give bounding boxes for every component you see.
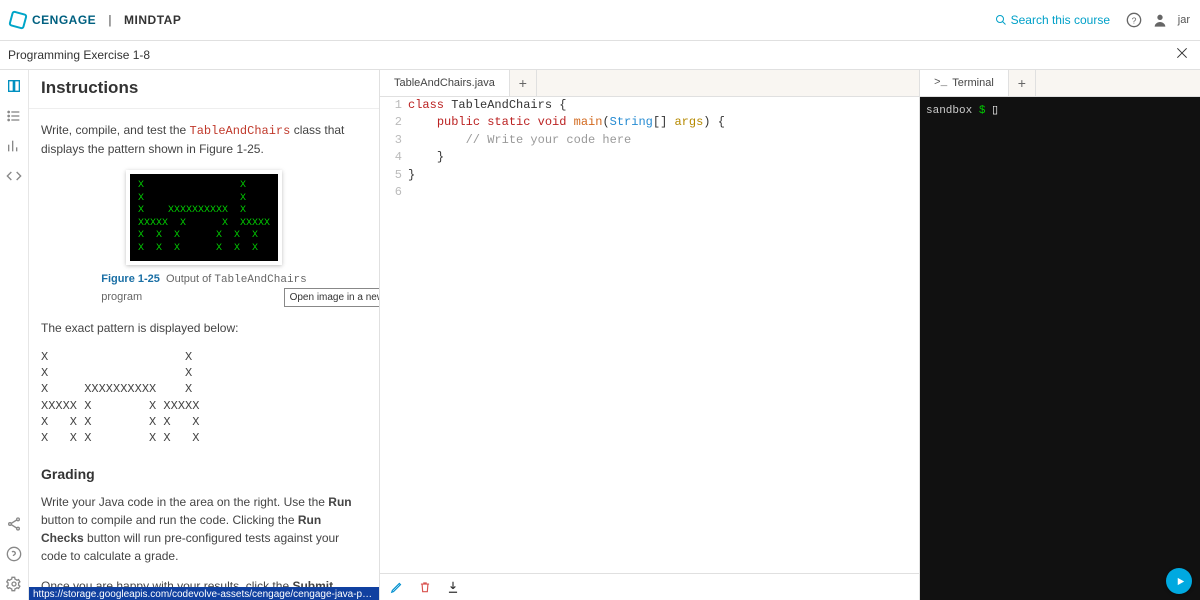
editor-panel: TableAndChairs.java + 1class TableAndCha… <box>380 70 920 600</box>
top-bar: CENGAGE | MINDTAP Search this course ? j… <box>0 0 1200 41</box>
terminal-panel: >_ Terminal + sandbox $ ▯ <box>920 70 1200 600</box>
rail-chart-icon[interactable] <box>6 138 22 154</box>
download-icon[interactable] <box>446 580 460 597</box>
code-line: 3 // Write your code here <box>380 132 919 149</box>
code-line: 6 <box>380 184 919 201</box>
terminal-dollar: $ <box>979 105 986 117</box>
intro-paragraph: Write, compile, and test the TableAndCha… <box>41 121 367 158</box>
edit-icon[interactable] <box>390 580 404 597</box>
rail-code-icon[interactable] <box>6 168 22 184</box>
line-number: 5 <box>380 167 408 184</box>
line-number: 3 <box>380 132 408 149</box>
code-text: // Write your code here <box>408 132 631 149</box>
code-text: class TableAndChairs { <box>408 97 566 114</box>
code-text: } <box>408 149 444 166</box>
rail-share-icon[interactable] <box>6 516 22 532</box>
instructions-title: Instructions <box>29 70 379 109</box>
user-icon[interactable] <box>1152 12 1168 28</box>
code-line: 5} <box>380 167 919 184</box>
figure-wrap: X X X X X XXXXXXXXXX X XXXXX X X XXXXX X… <box>41 170 367 305</box>
svg-text:?: ? <box>1131 15 1136 25</box>
play-icon <box>1175 576 1186 587</box>
figure-box[interactable]: X X X X X XXXXXXXXXX X XXXXX X X XXXXX X… <box>126 170 282 265</box>
grading1-a: Write your Java code in the area on the … <box>41 495 328 509</box>
search-label: Search this course <box>1011 13 1110 27</box>
left-rail <box>0 70 29 600</box>
intro-pre: Write, compile, and test the <box>41 123 190 137</box>
search-course-button[interactable]: Search this course <box>995 13 1110 27</box>
figure-output: X X X X X XXXXXXXXXX X XXXXX X X XXXXX X… <box>130 174 278 261</box>
rail-help-icon[interactable] <box>6 546 22 562</box>
exercise-bar: Programming Exercise 1-8 <box>0 41 1200 70</box>
terminal-cursor: ▯ <box>992 105 998 117</box>
cengage-logo-icon <box>10 12 26 28</box>
code-text: } <box>408 167 415 184</box>
close-button[interactable] <box>1174 45 1190 64</box>
trash-icon[interactable] <box>418 580 432 597</box>
terminal-tab[interactable]: >_ Terminal <box>920 70 1009 96</box>
intro-classname: TableAndChairs <box>190 124 291 138</box>
user-name: jar <box>1178 14 1190 26</box>
grading1-c: button to compile and run the code. Clic… <box>41 513 298 527</box>
terminal-host: sandbox <box>926 105 972 117</box>
figure-caption-code: TableAndChairs <box>214 274 306 286</box>
grading-para-1: Write your Java code in the area on the … <box>41 493 367 565</box>
help-icon[interactable]: ? <box>1126 12 1142 28</box>
rail-instructions-icon[interactable] <box>6 78 22 94</box>
figure-caption-post: program <box>101 291 142 303</box>
editor-toolbar <box>380 573 919 600</box>
brand-name: CENGAGE <box>32 13 96 27</box>
close-icon <box>1174 45 1190 61</box>
main-area: Instructions Write, compile, and test th… <box>0 70 1200 600</box>
code-text: public static void main(String[] args) { <box>408 114 725 131</box>
instructions-body: Write, compile, and test the TableAndCha… <box>29 109 379 600</box>
line-number: 6 <box>380 184 408 201</box>
figure-caption-pre: Output of <box>166 273 214 285</box>
brand-subname: MINDTAP <box>124 13 181 27</box>
code-line: 1class TableAndChairs { <box>380 97 919 114</box>
status-bar-link: https://storage.googleapis.com/codevolve… <box>29 587 379 600</box>
figure-caption: Figure 1-25 Output of TableAndChairs pro… <box>101 271 307 305</box>
grading1-b: Run <box>328 495 351 509</box>
instructions-panel: Instructions Write, compile, and test th… <box>29 70 380 600</box>
code-editor[interactable]: 1class TableAndChairs {2 public static v… <box>380 97 919 573</box>
run-button[interactable] <box>1166 568 1192 594</box>
terminal-prompt-icon: >_ <box>934 77 947 89</box>
top-right-icons: ? jar <box>1126 12 1190 28</box>
figure-number: Figure 1-25 <box>101 273 160 285</box>
code-line: 2 public static void main(String[] args)… <box>380 114 919 131</box>
exercise-title: Programming Exercise 1-8 <box>8 48 150 62</box>
grading1-e: button will run pre-configured tests aga… <box>41 531 339 563</box>
terminal-tabs: >_ Terminal + <box>920 70 1200 97</box>
grading-heading: Grading <box>41 464 367 485</box>
terminal-body[interactable]: sandbox $ ▯ <box>920 97 1200 600</box>
open-image-button[interactable]: Open image in a new tab <box>284 288 379 307</box>
rail-list-icon[interactable] <box>6 108 22 124</box>
editor-tabs: TableAndChairs.java + <box>380 70 919 97</box>
brand-separator: | <box>108 13 112 27</box>
editor-tab-add[interactable]: + <box>510 70 537 96</box>
line-number: 4 <box>380 149 408 166</box>
brand: CENGAGE | MINDTAP <box>10 12 181 28</box>
pattern-label: The exact pattern is displayed below: <box>41 319 367 337</box>
terminal-tab-add[interactable]: + <box>1009 70 1036 96</box>
code-line: 4 } <box>380 149 919 166</box>
line-number: 2 <box>380 114 408 131</box>
rail-gear-icon[interactable] <box>6 576 22 592</box>
pattern-text: X X X X X XXXXXXXXXX X XXXXX X X XXXXX X… <box>41 349 367 446</box>
editor-tab-active[interactable]: TableAndChairs.java <box>380 70 510 96</box>
search-icon <box>995 14 1007 26</box>
line-number: 1 <box>380 97 408 114</box>
terminal-tab-label: Terminal <box>952 77 994 89</box>
